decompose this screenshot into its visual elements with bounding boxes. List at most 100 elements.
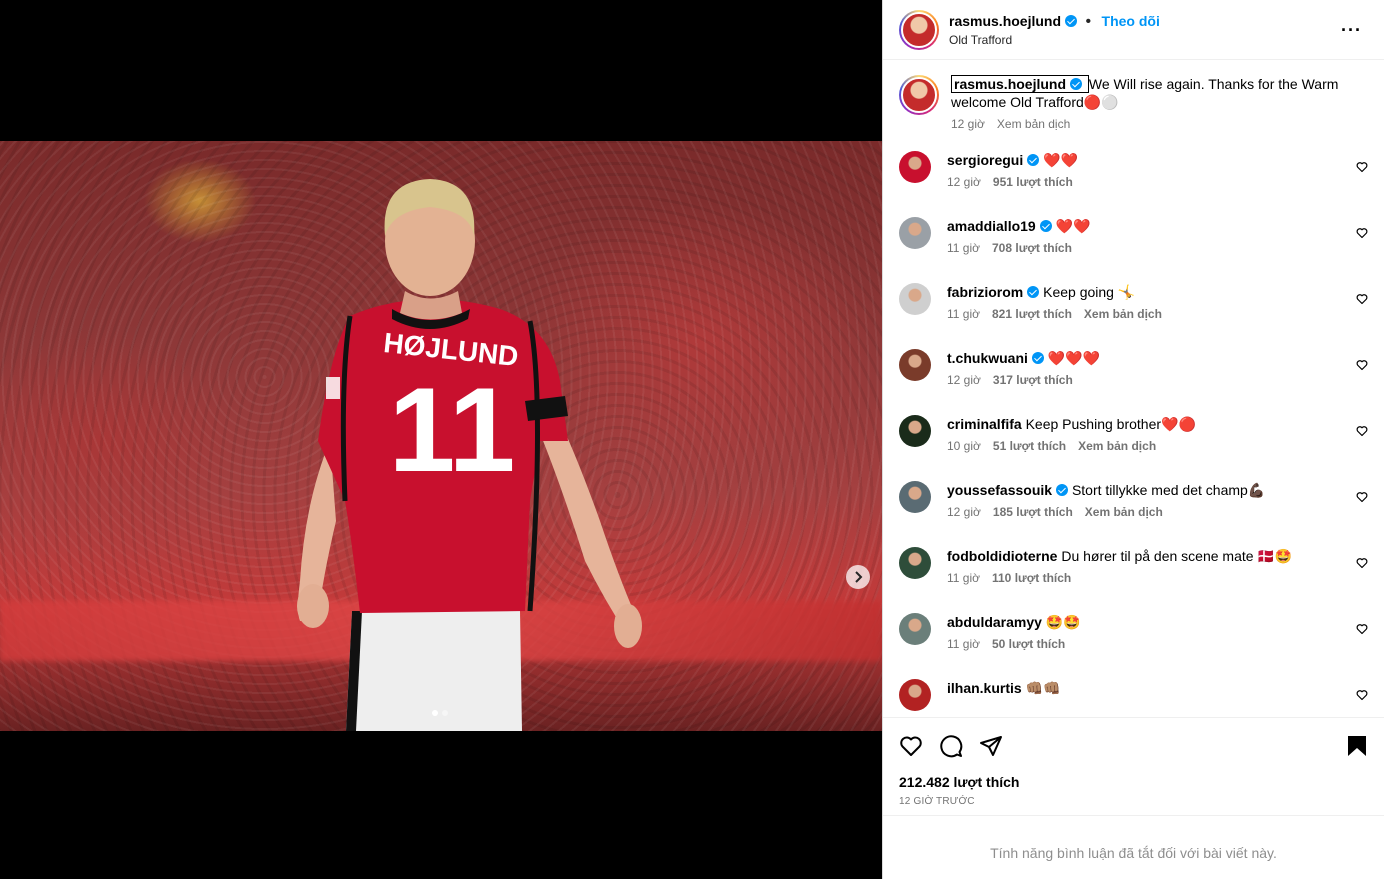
verified-icon bbox=[1031, 352, 1044, 364]
comment-text: Keep Pushing brother❤️🔴 bbox=[1025, 416, 1196, 432]
player-illustration: HØJLUND 11 bbox=[297, 179, 642, 731]
comment-like-heart-icon[interactable] bbox=[1356, 623, 1368, 635]
comment-time[interactable]: 11 giờ bbox=[947, 241, 980, 255]
post-photo[interactable]: HØJLUND 11 bbox=[0, 141, 882, 731]
commenter-avatar[interactable] bbox=[899, 679, 931, 711]
author-avatar[interactable] bbox=[899, 9, 939, 50]
comment-row: criminalfifa Keep Pushing brother❤️🔴 10 … bbox=[899, 401, 1368, 467]
comment-bubble-icon[interactable] bbox=[939, 734, 963, 758]
comment-text: ❤️❤️❤️ bbox=[1047, 350, 1101, 366]
comment-time[interactable]: 11 giờ bbox=[947, 637, 980, 651]
comment-time[interactable]: 10 giờ bbox=[947, 439, 981, 453]
comment-username[interactable]: fabriziorom bbox=[947, 284, 1023, 300]
comments-list[interactable]: rasmus.hoejlund We Will rise again. Than… bbox=[883, 61, 1384, 717]
author-username[interactable]: rasmus.hoejlund bbox=[949, 13, 1061, 29]
post-time[interactable]: 12 GIỜ TRƯỚC bbox=[899, 796, 1368, 807]
post-panel: rasmus.hoejlund • Theo dõi Old Trafford … bbox=[882, 0, 1384, 879]
comment-username[interactable]: youssefassouik bbox=[947, 482, 1052, 498]
comment-text: Keep going 🤸 bbox=[1043, 284, 1136, 300]
post-media[interactable]: HØJLUND 11 bbox=[0, 0, 882, 879]
comment-text: Stort tillykke med det champ💪🏿 bbox=[1071, 482, 1266, 498]
post-header: rasmus.hoejlund • Theo dõi Old Trafford … bbox=[883, 0, 1384, 60]
jersey-number: 11 bbox=[389, 363, 516, 497]
verified-icon bbox=[1027, 286, 1040, 298]
comment-likes[interactable]: 51 lượt thích bbox=[993, 439, 1066, 453]
comment-username[interactable]: criminalfifa bbox=[947, 416, 1022, 432]
comment-like-heart-icon[interactable] bbox=[1356, 227, 1368, 239]
comment-username[interactable]: ilhan.kurtis bbox=[947, 680, 1022, 696]
post-location[interactable]: Old Trafford bbox=[949, 33, 1160, 47]
comment-likes[interactable]: 185 lượt thích bbox=[993, 505, 1073, 519]
like-count[interactable]: 212.482 lượt thích bbox=[899, 774, 1368, 790]
caption-time[interactable]: 12 giờ bbox=[951, 117, 985, 131]
commenter-avatar[interactable] bbox=[899, 151, 931, 183]
comment-like-heart-icon[interactable] bbox=[1356, 359, 1368, 371]
comments-disabled-notice: Tính năng bình luận đã tắt đối với bài v… bbox=[990, 845, 1277, 861]
comment-time[interactable]: 12 giờ bbox=[947, 175, 981, 189]
post-footer: 212.482 lượt thích 12 GIỜ TRƯỚC bbox=[883, 717, 1384, 807]
comment-time[interactable]: 12 giờ bbox=[947, 505, 981, 519]
comment-time[interactable]: 11 giờ bbox=[947, 571, 980, 585]
comment-text: ❤️❤️ bbox=[1043, 152, 1079, 168]
comment-likes[interactable]: 951 lượt thích bbox=[993, 175, 1073, 189]
comment-time[interactable]: 12 giờ bbox=[947, 373, 981, 387]
comment-like-heart-icon[interactable] bbox=[1356, 161, 1368, 173]
next-photo-button[interactable] bbox=[846, 565, 870, 589]
comment-translate-link[interactable]: Xem bản dịch bbox=[1085, 505, 1163, 519]
caption-avatar[interactable] bbox=[899, 75, 939, 115]
comment-row: fabriziorom Keep going 🤸 11 giờ 821 lượt… bbox=[899, 269, 1368, 335]
verified-icon bbox=[1056, 484, 1069, 496]
commenter-avatar[interactable] bbox=[899, 217, 931, 249]
comment-like-heart-icon[interactable] bbox=[1356, 557, 1368, 569]
comment-username[interactable]: amaddiallo19 bbox=[947, 218, 1036, 234]
comment-row: youssefassouik Stort tillykke med det ch… bbox=[899, 467, 1368, 533]
comment-row: sergioregui ❤️❤️ 12 giờ 951 lượt thích bbox=[899, 137, 1368, 203]
comment-username[interactable]: fodboldidioterne bbox=[947, 548, 1057, 564]
comment-text: Du hører til på den scene mate 🇩🇰🤩 bbox=[1061, 548, 1293, 564]
comment-row: fodboldidioterne Du hører til på den sce… bbox=[899, 533, 1368, 599]
comment-like-heart-icon[interactable] bbox=[1356, 425, 1368, 437]
comment-username[interactable]: abduldaramyy bbox=[947, 614, 1042, 630]
comment-text: 🤩🤩 bbox=[1045, 614, 1081, 630]
comment-like-heart-icon[interactable] bbox=[1356, 689, 1368, 701]
comment-row: abduldaramyy 🤩🤩 11 giờ 50 lượt thích bbox=[899, 599, 1368, 665]
verified-icon bbox=[1027, 154, 1040, 166]
comment-row: ilhan.kurtis 👊🏽👊🏽 bbox=[899, 665, 1368, 717]
more-options-icon[interactable]: ··· bbox=[1341, 20, 1362, 41]
commenter-avatar[interactable] bbox=[899, 415, 931, 447]
like-heart-icon[interactable] bbox=[899, 734, 923, 758]
comment-likes[interactable]: 821 lượt thích bbox=[992, 307, 1072, 321]
comment-likes[interactable]: 317 lượt thích bbox=[993, 373, 1073, 387]
comment-time[interactable]: 11 giờ bbox=[947, 307, 980, 321]
save-bookmark-icon[interactable] bbox=[1346, 734, 1368, 758]
commenter-avatar[interactable] bbox=[899, 481, 931, 513]
comment-translate-link[interactable]: Xem bản dịch bbox=[1078, 439, 1156, 453]
verified-icon bbox=[1065, 14, 1078, 27]
comment-like-heart-icon[interactable] bbox=[1356, 293, 1368, 305]
comment-username[interactable]: sergioregui bbox=[947, 152, 1023, 168]
caption-username[interactable]: rasmus.hoejlund bbox=[954, 76, 1066, 92]
follow-button[interactable]: Theo dõi bbox=[1102, 13, 1160, 29]
comment-likes[interactable]: 708 lượt thích bbox=[992, 241, 1072, 255]
comment-like-heart-icon[interactable] bbox=[1356, 491, 1368, 503]
comment-likes[interactable]: 50 lượt thích bbox=[992, 637, 1065, 651]
comment-likes[interactable]: 110 lượt thích bbox=[992, 571, 1071, 585]
comment-text: 👊🏽👊🏽 bbox=[1025, 680, 1061, 696]
verified-icon bbox=[1039, 220, 1052, 232]
comment-row: amaddiallo19 ❤️❤️ 11 giờ 708 lượt thích bbox=[899, 203, 1368, 269]
comment-text: ❤️❤️ bbox=[1055, 218, 1091, 234]
commenter-avatar[interactable] bbox=[899, 547, 931, 579]
comment-translate-link[interactable]: Xem bản dịch bbox=[1084, 307, 1162, 321]
comment-row: t.chukwuani ❤️❤️❤️ 12 giờ 317 lượt thích bbox=[899, 335, 1368, 401]
comment-username[interactable]: t.chukwuani bbox=[947, 350, 1028, 366]
chevron-right-icon bbox=[855, 571, 863, 583]
caption-translate-link[interactable]: Xem bản dịch bbox=[997, 117, 1070, 131]
commenter-avatar[interactable] bbox=[899, 349, 931, 381]
share-send-icon[interactable] bbox=[979, 734, 1003, 758]
commenter-avatar[interactable] bbox=[899, 283, 931, 315]
carousel-dots bbox=[432, 710, 448, 716]
commenter-avatar[interactable] bbox=[899, 613, 931, 645]
action-bar bbox=[899, 718, 1368, 774]
post-caption: rasmus.hoejlund We Will rise again. Than… bbox=[899, 61, 1368, 137]
verified-icon bbox=[1070, 78, 1083, 90]
